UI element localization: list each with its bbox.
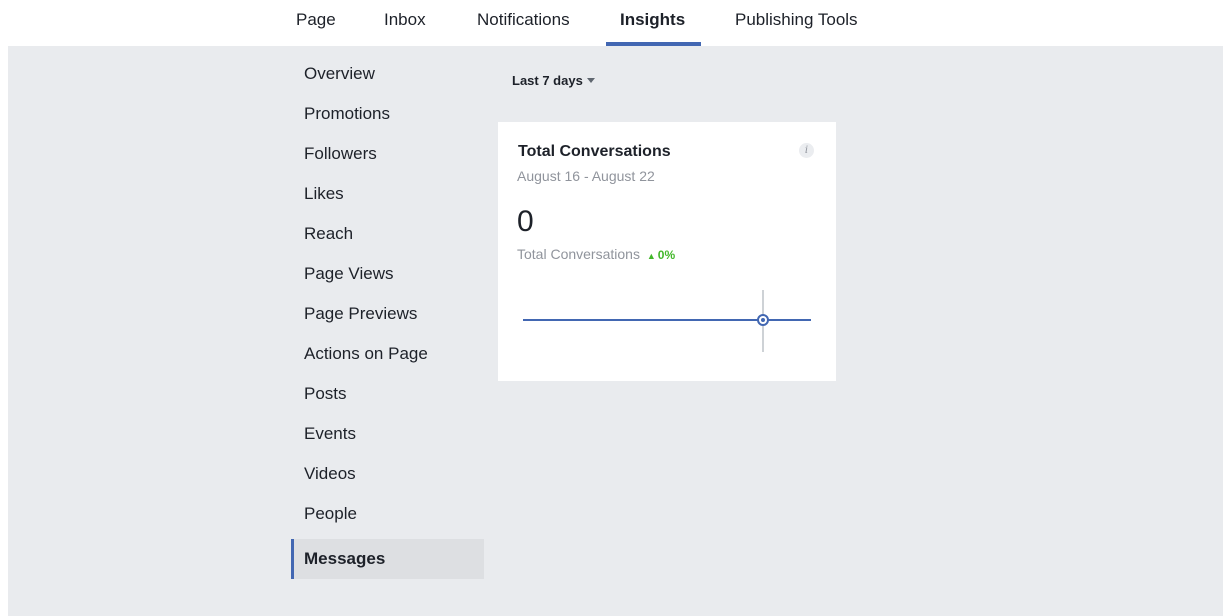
sidebar-item-people[interactable]: People: [291, 494, 484, 534]
sidebar-item-page-previews[interactable]: Page Previews: [291, 294, 484, 334]
metric-change-value: 0%: [657, 248, 676, 262]
tab-inbox[interactable]: Inbox: [384, 0, 426, 46]
tab-publishing-tools[interactable]: Publishing Tools: [735, 0, 858, 46]
sidebar-item-overview[interactable]: Overview: [291, 54, 484, 94]
sidebar-item-promotions[interactable]: Promotions: [291, 94, 484, 134]
tab-notifications[interactable]: Notifications: [477, 0, 570, 46]
sidebar-item-posts[interactable]: Posts: [291, 374, 484, 414]
sidebar-item-followers[interactable]: Followers: [291, 134, 484, 174]
caret-down-icon: [586, 78, 595, 83]
sidebar-item-messages[interactable]: Messages: [291, 539, 484, 579]
metric-label-row: Total Conversations ▲ 0%: [517, 246, 675, 262]
sidebar-item-page-views[interactable]: Page Views: [291, 254, 484, 294]
metric-value: 0: [517, 205, 534, 238]
total-conversations-card: Total Conversations i August 16 - August…: [498, 122, 836, 381]
info-icon[interactable]: i: [799, 143, 814, 158]
sidebar-item-videos[interactable]: Videos: [291, 454, 484, 494]
card-date-range: August 16 - August 22: [517, 168, 655, 184]
sidebar-item-actions-on-page[interactable]: Actions on Page: [291, 334, 484, 374]
sidebar-item-likes[interactable]: Likes: [291, 174, 484, 214]
sidebar-item-reach[interactable]: Reach: [291, 214, 484, 254]
date-range-dropdown[interactable]: Last 7 days: [512, 72, 595, 90]
chart-highlighted-point-center: [761, 318, 765, 322]
metric-label: Total Conversations: [517, 246, 640, 262]
conversations-line-chart[interactable]: [498, 282, 836, 358]
date-range-label: Last 7 days: [512, 73, 583, 88]
metric-change: ▲ 0%: [647, 248, 675, 262]
arrow-up-icon: ▲: [646, 251, 656, 261]
tab-page[interactable]: Page: [296, 0, 336, 46]
card-title: Total Conversations: [518, 143, 671, 160]
tab-insights[interactable]: Insights: [620, 0, 685, 46]
top-navigation: Page Inbox Notifications Insights Publis…: [0, 0, 1223, 46]
sidebar-item-events[interactable]: Events: [291, 414, 484, 454]
